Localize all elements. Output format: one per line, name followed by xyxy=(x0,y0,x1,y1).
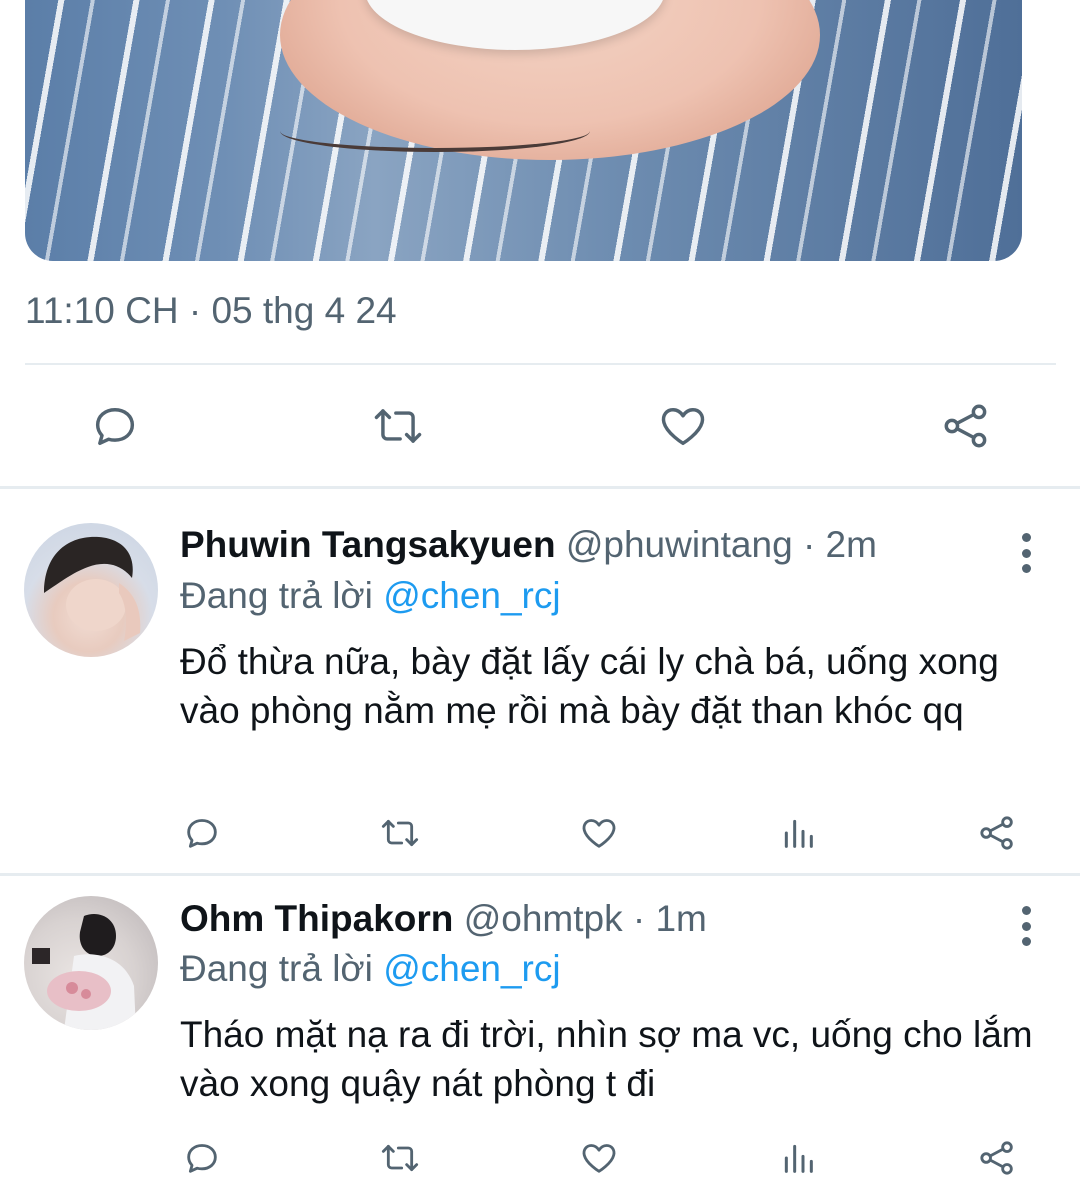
reply-button[interactable] xyxy=(180,1136,224,1180)
retweet-button[interactable] xyxy=(378,1136,422,1180)
retweet-icon xyxy=(374,409,422,443)
heart-icon xyxy=(582,1144,616,1173)
section-separator xyxy=(0,873,1080,876)
reply-time: · 2m xyxy=(802,524,877,565)
display-name[interactable]: Ohm Thipakorn xyxy=(180,898,453,939)
section-separator xyxy=(0,486,1080,489)
comment-bubble-icon xyxy=(187,819,217,848)
share-nodes-icon xyxy=(980,816,1013,850)
share-nodes-icon xyxy=(980,1141,1013,1175)
analytics-button[interactable] xyxy=(776,811,820,855)
photo-necklace xyxy=(280,110,590,152)
divider xyxy=(25,363,1056,365)
share-nodes-icon xyxy=(944,404,987,448)
reply-button[interactable] xyxy=(180,811,224,855)
heart-icon xyxy=(582,819,616,848)
user-handle[interactable]: @phuwintang xyxy=(566,524,793,565)
comment-bubble-icon xyxy=(95,408,135,446)
replying-to: Đang trả lời @chen_rcj xyxy=(180,948,561,990)
like-button[interactable] xyxy=(577,811,621,855)
retweet-button[interactable] xyxy=(378,811,422,855)
avatar[interactable] xyxy=(24,896,158,1030)
more-options-button[interactable] xyxy=(1014,906,1038,946)
like-button[interactable] xyxy=(655,398,711,454)
more-options-button[interactable] xyxy=(1014,533,1038,573)
bar-chart-icon xyxy=(784,1144,813,1173)
reply-text: Tháo mặt nạ ra đi trời, nhìn sợ ma vc, u… xyxy=(180,1014,1033,1104)
replying-prefix: Đang trả lời xyxy=(180,948,373,989)
avatar[interactable] xyxy=(24,523,158,657)
user-handle[interactable]: @ohmtpk xyxy=(464,898,623,939)
replying-to-mention[interactable]: @chen_rcj xyxy=(383,948,560,989)
share-button[interactable] xyxy=(938,398,994,454)
reply-button[interactable] xyxy=(87,398,143,454)
avatar-photo xyxy=(32,914,136,1030)
share-button[interactable] xyxy=(975,1136,1019,1180)
replying-prefix: Đang trả lời xyxy=(180,575,373,616)
comment-bubble-icon xyxy=(187,1144,217,1173)
replying-to-mention[interactable]: @chen_rcj xyxy=(383,575,560,616)
tweet-media-image[interactable] xyxy=(25,0,1022,261)
analytics-button[interactable] xyxy=(776,1136,820,1180)
bar-chart-icon xyxy=(784,819,813,848)
display-name[interactable]: Phuwin Tangsakyuen xyxy=(180,524,556,565)
avatar-photo xyxy=(44,536,141,641)
tweet-timestamp[interactable]: 11:10 CH · 05 thg 4 24 xyxy=(25,290,397,332)
retweet-icon xyxy=(381,1144,419,1172)
retweet-button[interactable] xyxy=(370,398,426,454)
retweet-icon xyxy=(381,819,419,847)
reply-text: Đổ thừa nữa, bày đặt lấy cái ly chà bá, … xyxy=(180,641,999,731)
heart-icon xyxy=(661,408,705,446)
share-button[interactable] xyxy=(975,811,1019,855)
replying-to: Đang trả lời @chen_rcj xyxy=(180,575,561,617)
reply-time: · 1m xyxy=(632,898,707,939)
like-button[interactable] xyxy=(577,1136,621,1180)
